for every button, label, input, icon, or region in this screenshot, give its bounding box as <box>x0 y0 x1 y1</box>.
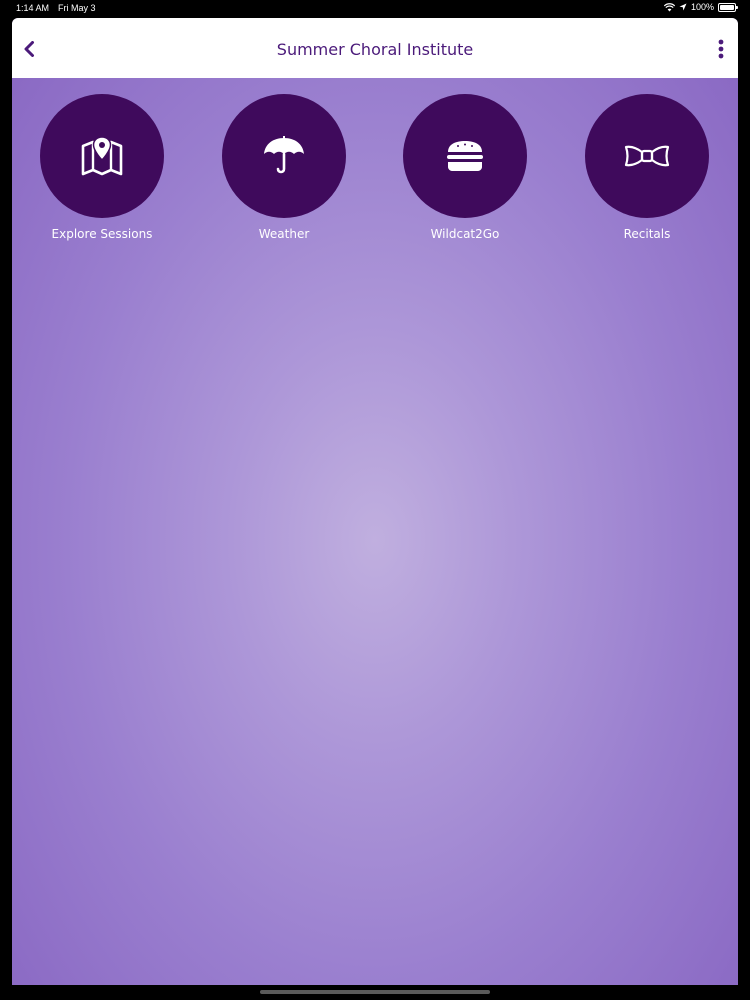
tile-weather[interactable]: Weather <box>209 94 359 264</box>
feature-tiles: Explore Sessions Weather Wildcat2Go Reci… <box>12 94 738 264</box>
tile-label: Wildcat2Go <box>430 227 500 241</box>
tile-label: Explore Sessions <box>51 227 153 241</box>
tile-circle <box>585 94 709 218</box>
more-options-button[interactable] <box>708 34 734 64</box>
status-icons: 100% <box>663 2 738 12</box>
tile-circle <box>403 94 527 218</box>
map-pin-icon <box>81 136 123 176</box>
wifi-icon <box>663 2 675 11</box>
app-screen: Summer Choral Institute Explore Sessions <box>12 18 738 985</box>
tile-circle <box>222 94 346 218</box>
more-vertical-icon <box>718 39 724 59</box>
tile-explore-sessions[interactable]: Explore Sessions <box>27 94 177 264</box>
status-time: 1:14 AM <box>16 3 50 13</box>
status-date: Fri May 3 <box>58 3 96 13</box>
page-title: Summer Choral Institute <box>276 39 474 59</box>
status-bar: 1:14 AM Fri May 3 100% <box>0 0 750 16</box>
app-header: Summer Choral Institute <box>12 18 738 78</box>
back-button[interactable] <box>16 36 42 62</box>
home-indicator[interactable] <box>260 990 490 994</box>
tile-recitals[interactable]: Recitals <box>572 94 722 264</box>
tile-circle <box>40 94 164 218</box>
burger-icon <box>447 141 483 171</box>
battery-icon <box>718 2 738 12</box>
location-arrow-icon <box>679 3 687 11</box>
tile-label: Weather <box>258 227 310 241</box>
tile-wildcat2go[interactable]: Wildcat2Go <box>390 94 540 264</box>
tile-label: Recitals <box>623 227 671 241</box>
bow-tie-icon <box>624 145 670 167</box>
battery-percent: 100% <box>690 2 714 12</box>
chevron-left-icon <box>24 41 34 57</box>
umbrella-icon <box>264 136 304 174</box>
